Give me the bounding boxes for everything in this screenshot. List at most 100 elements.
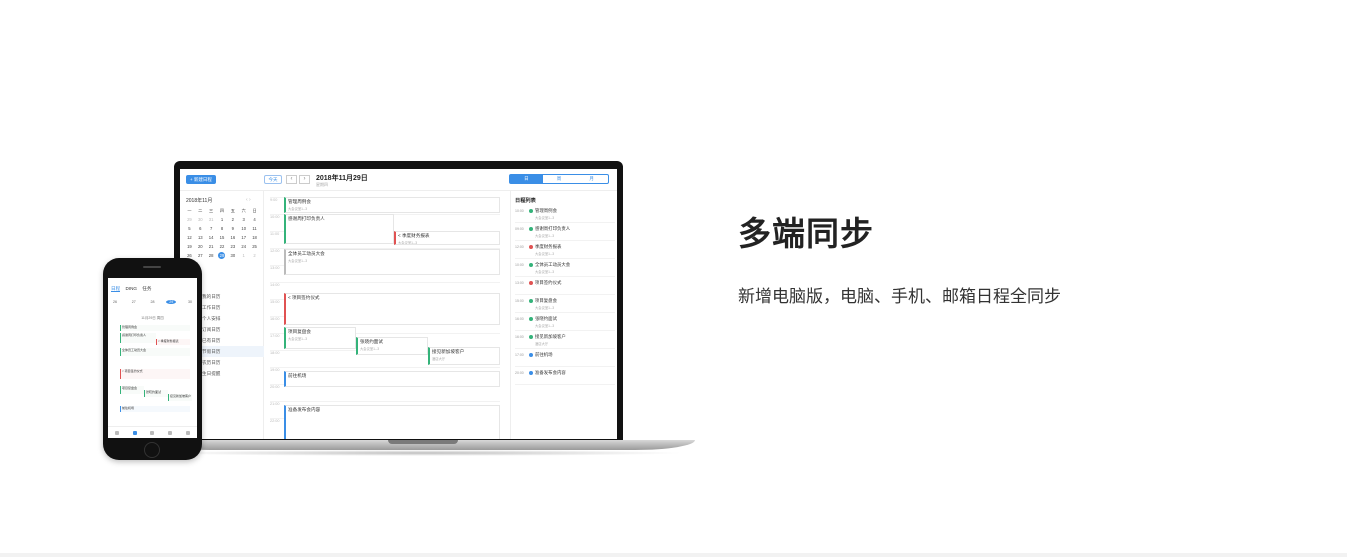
mini-calendar-day[interactable]: 11 [249,225,260,232]
mini-calendar-day[interactable]: 9 [227,225,238,232]
mini-calendar-day[interactable]: 1 [217,216,228,223]
calendar-event[interactable]: 准备发布会内容 [284,405,500,439]
mini-calendar-day[interactable]: 19 [184,243,195,250]
mobile-event[interactable]: 项目复盘会 [120,386,144,394]
mini-calendar-day[interactable]: 21 [206,243,217,250]
nav-message-icon[interactable] [114,430,119,435]
mobile-week-day[interactable]: 28 [148,300,158,304]
desktop-toolbar: + 新建日程 今天 ‹ › 2018年11月29日 星期四 日 周 月 [180,169,617,191]
section-divider [0,553,1347,557]
agenda-item[interactable]: 16:00 张晓约面试 大会议室1--3 [515,315,615,331]
mini-calendar-day[interactable]: 25 [249,243,260,250]
mobile-event[interactable]: 管理周例会 [120,325,190,331]
calendar-event[interactable]: 管理周例会 大会议室1--3 [284,197,500,213]
chevron-right-icon[interactable]: › [299,175,310,184]
laptop-mockup: + 新建日程 今天 ‹ › 2018年11月29日 星期四 日 周 月 2018… [150,160,695,462]
view-switcher: 日 周 月 [509,174,609,184]
mini-calendar-day[interactable]: 2 [227,216,238,223]
mini-calendar-day[interactable]: 28 [206,252,217,259]
mobile-event[interactable]: 全体员工动员大会 [120,348,190,356]
calendar-event[interactable]: 全体员工动员大会 大会议室1--3 [284,249,500,275]
event-title: 项目复盘会 [288,329,311,334]
hour-label: 15:00 [270,300,280,304]
view-month-tab[interactable]: 月 [575,175,608,183]
mini-calendar-day[interactable]: 23 [227,243,238,250]
mini-calendar-day[interactable]: 8 [217,225,228,232]
mini-calendar-day[interactable]: 20 [195,243,206,250]
event-location: 大会议室1--3 [288,259,308,263]
mini-calendar-day[interactable]: 10 [238,225,249,232]
chevron-left-icon[interactable]: ‹ [286,175,297,184]
calendar-event[interactable]: 接见新加坡客户 酒店大厅 [428,347,500,365]
nav-workspace-icon[interactable] [150,430,155,435]
agenda-title: 季度财务报表 [535,244,562,249]
calendar-event[interactable]: 前往机场 [284,371,500,387]
mobile-tab-schedule[interactable]: 日程 [111,286,121,292]
nav-profile-icon[interactable] [186,430,191,435]
mini-calendar-day[interactable]: 29 [184,216,195,223]
agenda-item[interactable]: 12:00 季度财务报表 大会议室1--3 [515,243,615,259]
mobile-tab-task[interactable]: 任务 [142,286,151,291]
agenda-item[interactable]: 20:00 准备发布会内容 [515,369,615,385]
mobile-event[interactable]: 感谢周打印负责人 [120,333,156,343]
mobile-tab-ding[interactable]: DING [125,286,136,291]
mini-calendar-day[interactable]: 7 [206,225,217,232]
agenda-item[interactable]: 09:00 感谢周打印负责人 大会议室1--3 [515,225,615,241]
mini-calendar-day[interactable]: 3 [238,216,249,223]
mini-calendar-day[interactable]: 2 [249,252,260,259]
mobile-week-day[interactable]: 29 [166,300,177,304]
mini-calendar-day[interactable]: 30 [195,216,206,223]
today-button[interactable]: 今天 [264,175,282,184]
weekday-header: 二 [198,208,203,213]
event-title: 感谢周打印负责人 [288,216,325,221]
agenda-item[interactable]: 16:00 接见新加坡客户 酒店大厅 [515,333,615,349]
calendar-event[interactable]: 项目复盘会 大会议室1--3 [284,327,356,349]
mini-calendar-day[interactable]: 1 [238,252,249,259]
new-event-button[interactable]: + 新建日程 [186,175,216,184]
mobile-event[interactable]: < 季度财务报表 [156,339,190,345]
mini-calendar-day[interactable]: 24 [238,243,249,250]
mini-calendar-day[interactable]: 13 [195,234,206,241]
agenda-item[interactable]: 10:00 全体员工动员大会 大会议室1--3 [515,261,615,277]
mini-calendar-nav[interactable]: ‹ › [246,197,251,203]
mini-calendar-day[interactable]: 22 [217,243,228,250]
calendar-event[interactable]: < 季度财务报表 大会议室1--3 [394,231,500,245]
nav-calendar-icon[interactable] [132,430,137,435]
calendar-event[interactable]: 张晓约面试 大会议室1--3 [356,337,428,355]
mini-calendar-day[interactable]: 4 [249,216,260,223]
mini-calendar-day[interactable]: 17 [238,234,249,241]
view-week-tab[interactable]: 周 [543,175,576,183]
nav-contacts-icon[interactable] [168,430,173,435]
calendar-event[interactable]: < 项目签约仪式 [284,293,500,325]
agenda-title: 日程列表 [515,198,536,204]
mobile-event[interactable]: < 项目签约仪式 [120,369,190,379]
mini-calendar-day[interactable]: 5 [184,225,195,232]
mini-calendar-day[interactable]: 30 [227,252,238,259]
mini-calendar-day[interactable]: 18 [249,234,260,241]
mini-calendar-day[interactable]: 6 [195,225,206,232]
mini-calendar-day[interactable]: 16 [227,234,238,241]
mini-calendar-day[interactable]: 12 [184,234,195,241]
mini-calendar-day[interactable]: 14 [206,234,217,241]
mobile-week-day[interactable]: 30 [185,300,195,304]
mini-calendar-day[interactable]: 31 [206,216,217,223]
agenda-color-dot [529,317,533,321]
mini-calendar-day[interactable]: 15 [217,234,228,241]
mini-calendar-day[interactable]: 29 [218,252,226,259]
mobile-event[interactable]: 前往机场 [120,406,190,412]
calendar-event[interactable]: 感谢周打印负责人 [284,214,394,244]
agenda-item[interactable]: 17:00 前往机场 [515,351,615,367]
agenda-item[interactable]: 15:00 项目复盘会 大会议室1--3 [515,297,615,313]
mobile-week-day[interactable]: 26 [110,300,120,304]
view-day-tab[interactable]: 日 [510,175,543,183]
mobile-event[interactable]: 张晓约面试 [144,390,168,397]
hour-label: 17:00 [270,334,280,338]
mini-calendar-day[interactable]: 27 [195,252,206,259]
agenda-item[interactable]: 10:00 管理周例会 大会议室1--3 [515,207,615,223]
mobile-week-day[interactable]: 27 [129,300,139,304]
weekday-header: 日 [252,208,257,213]
event-title: 准备发布会内容 [288,407,321,412]
mobile-event[interactable]: 接见新加坡客户 [168,394,192,401]
agenda-item[interactable]: 13:00 项目签约仪式 [515,279,615,295]
hour-label: 9:00 [270,198,278,202]
